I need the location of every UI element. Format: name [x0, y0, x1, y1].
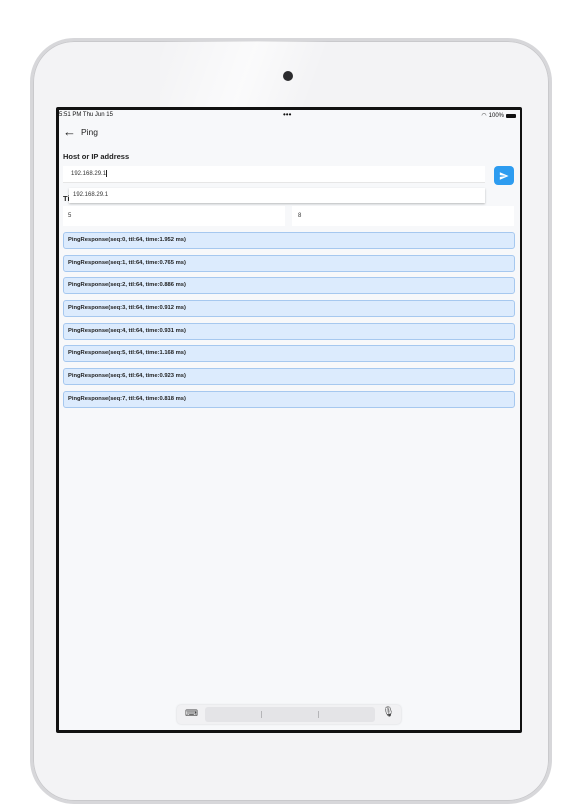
send-icon — [499, 171, 509, 180]
status-bar: 5:51 PM Thu Jun 15 ••• ◠ 100% — [59, 110, 520, 120]
host-label: Host or IP address — [63, 152, 130, 161]
wifi-icon: ◠ — [481, 113, 487, 119]
status-right: ◠ 100% — [481, 112, 516, 119]
result-item: PingResponse(seq:5, ttl:64, time:1.168 m… — [63, 345, 515, 363]
app-display: 5:51 PM Thu Jun 15 ••• ◠ 100% ← Ping Hos… — [59, 110, 520, 730]
app-bar: ← Ping — [59, 124, 520, 140]
host-input[interactable]: 192.168.29.1 — [63, 166, 485, 183]
page-title: Ping — [81, 127, 99, 137]
result-item: PingResponse(seq:0, ttl:64, time:1.952 m… — [63, 232, 515, 249]
result-item: PingResponse(seq:7, ttl:64, time:0.818 m… — [63, 390, 515, 408]
result-item: PingResponse(seq:1, ttl:64, time:0.765 m… — [63, 254, 515, 272]
result-item: PingResponse(seq:6, ttl:64, time:0.923 m… — [63, 368, 515, 386]
microphone-icon[interactable]: 🎙 — [382, 707, 395, 718]
timeout-field[interactable]: 8 — [292, 206, 514, 226]
battery-percent: 100% — [488, 112, 504, 119]
front-camera — [283, 71, 293, 81]
count-field[interactable]: 5 — [63, 206, 285, 226]
send-button[interactable] — [494, 166, 514, 185]
result-item: PingResponse(seq:2, ttl:64, time:0.886 m… — [63, 277, 515, 295]
suggestion-divider — [318, 711, 319, 718]
keyboard-shortcut-bar: ⌨ 🎙 — [177, 705, 401, 724]
autocomplete-suggestion[interactable]: 192.168.29.1 — [69, 188, 485, 203]
text-cursor — [106, 169, 107, 177]
battery-icon — [506, 113, 516, 118]
result-item: PingResponse(seq:4, ttl:64, time:0.931 m… — [63, 322, 515, 340]
result-item: PingResponse(seq:3, ttl:64, time:0.912 m… — [63, 300, 515, 318]
arrow-left-icon[interactable]: ← — [63, 124, 76, 140]
keyboard-icon[interactable]: ⌨ — [185, 708, 198, 719]
ping-results-list: PingResponse(seq:0, ttl:64, time:1.952 m… — [63, 232, 515, 414]
suggestion-divider — [261, 711, 262, 718]
host-input-value: 192.168.29.1 — [71, 171, 107, 177]
status-time: 5:51 PM Thu Jun 15 — [59, 112, 113, 118]
screen-glare — [160, 41, 380, 109]
multitasking-dots[interactable]: ••• — [283, 110, 291, 119]
predictive-text-bar[interactable] — [205, 707, 375, 722]
